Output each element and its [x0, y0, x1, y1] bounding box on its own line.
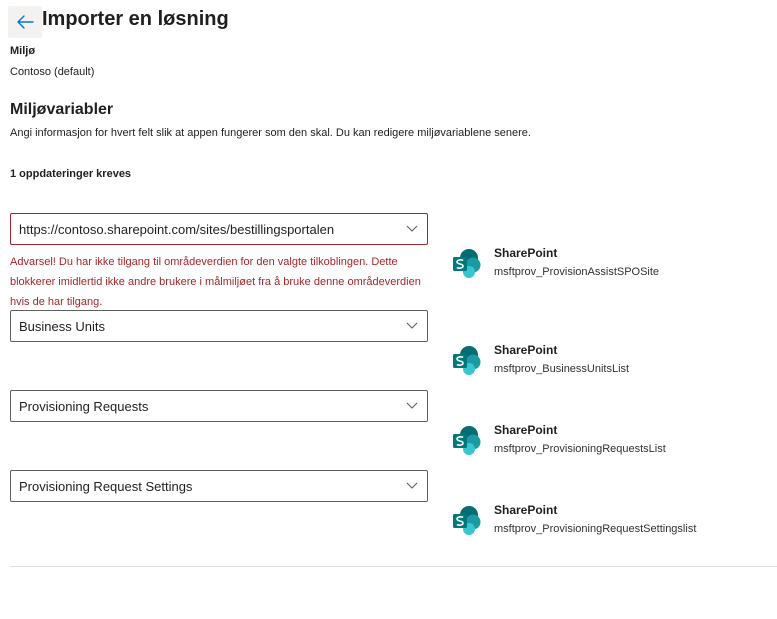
connection-id: msftprov_ProvisionAssistSPOSite: [494, 266, 660, 278]
chevron-down-icon: [406, 482, 418, 489]
connection-info: SharePoint msftprov_ProvisioningRequests…: [451, 423, 771, 469]
environment-value: Contoso (default): [10, 66, 95, 78]
connection-info: SharePoint msftprov_ProvisioningRequestS…: [451, 503, 771, 549]
connection-name: SharePoint: [494, 503, 558, 517]
variable-dropdown-provisioning-requests[interactable]: Provisioning Requests: [10, 390, 428, 422]
access-warning-message: Advarsel! Du har ikke tilgang til område…: [10, 256, 421, 308]
page-title: Importer en løsning: [42, 8, 229, 30]
footer-divider: [10, 566, 777, 567]
sharepoint-icon: [453, 346, 481, 375]
arrow-left-icon: [17, 15, 34, 29]
connection-name: SharePoint: [494, 423, 558, 437]
connection-id: msftprov_BusinessUnitsList: [494, 363, 630, 375]
dropdown-value: Business Units: [19, 319, 105, 334]
chevron-down-icon: [406, 322, 418, 329]
connection-id: msftprov_ProvisioningRequestSettingslist: [494, 523, 697, 535]
connection-info: SharePoint msftprov_ProvisionAssistSPOSi…: [451, 246, 771, 292]
dropdown-value: https://contoso.sharepoint.com/sites/bes…: [19, 222, 335, 237]
chevron-down-icon: [406, 402, 418, 409]
sharepoint-icon: [453, 506, 481, 535]
section-description: Angi informasjon for hvert felt slik at …: [10, 127, 531, 139]
variable-dropdown-site[interactable]: https://contoso.sharepoint.com/sites/bes…: [10, 213, 428, 245]
section-title: Miljøvariabler: [10, 101, 114, 118]
updates-required-label: 1 oppdateringer kreves: [10, 168, 132, 180]
connection-name: SharePoint: [494, 343, 558, 357]
connection-name: SharePoint: [494, 246, 558, 260]
dropdown-value: Provisioning Request Settings: [19, 479, 193, 494]
connection-id: msftprov_ProvisioningRequestsList: [494, 443, 666, 455]
connection-info: SharePoint msftprov_BusinessUnitsList: [451, 343, 771, 389]
environment-label: Miljø: [10, 45, 36, 57]
sharepoint-icon: [453, 426, 481, 455]
chevron-down-icon: [406, 225, 418, 232]
variable-dropdown-provisioning-request-settings[interactable]: Provisioning Request Settings: [10, 470, 428, 502]
dropdown-value: Provisioning Requests: [19, 399, 149, 414]
back-button[interactable]: [8, 6, 42, 38]
sharepoint-icon: [453, 249, 481, 278]
variable-dropdown-business-units[interactable]: Business Units: [10, 310, 428, 342]
